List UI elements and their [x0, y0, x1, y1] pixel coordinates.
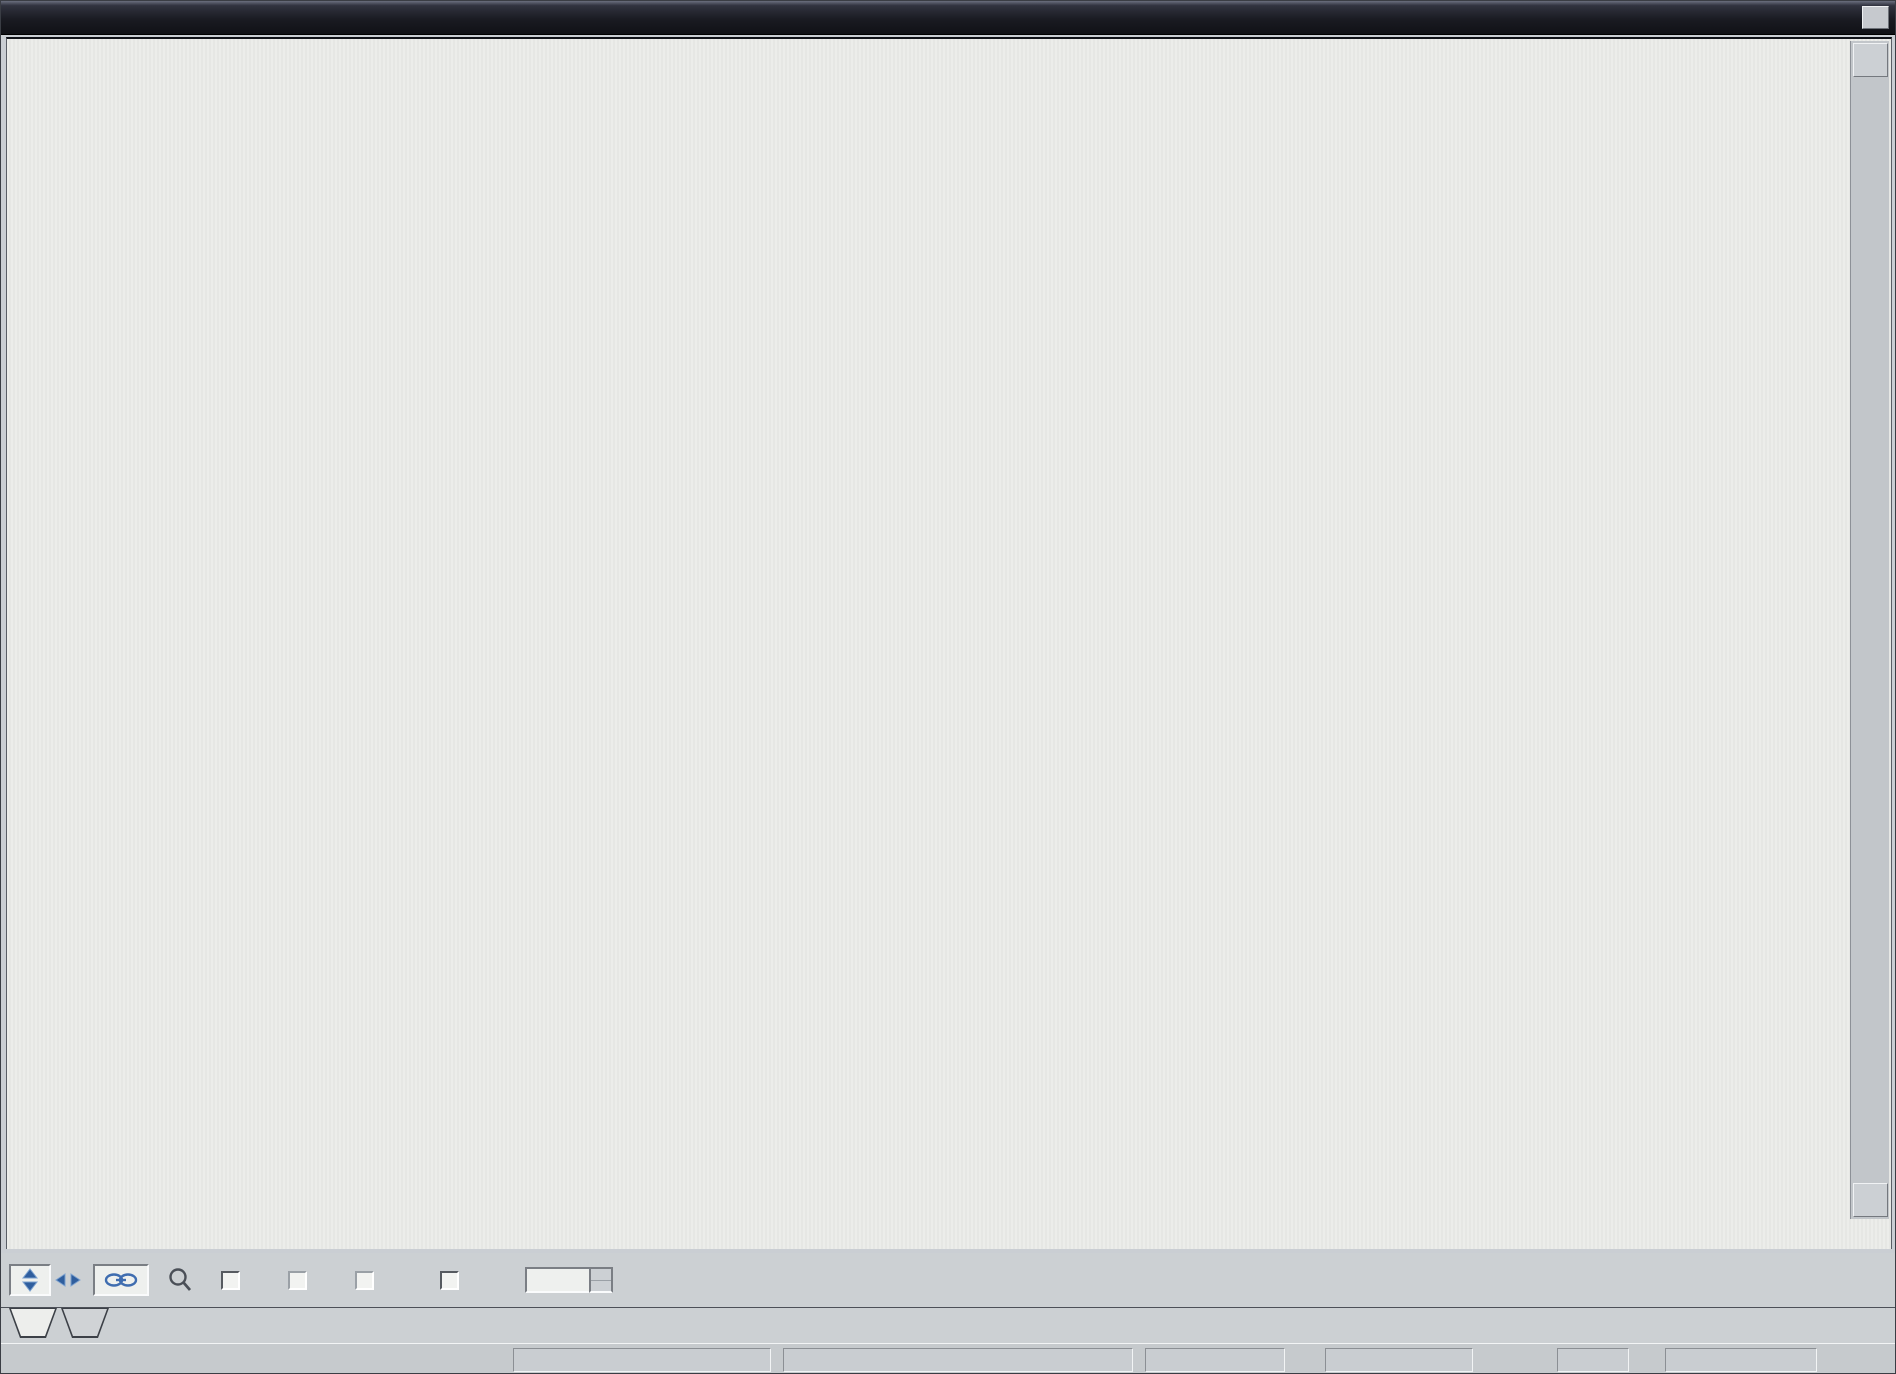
spinner-up-icon[interactable] [591, 1269, 611, 1281]
status-cell [1665, 1348, 1817, 1372]
list-windows-spinner[interactable] [525, 1267, 613, 1293]
zoom-button[interactable] [163, 1264, 197, 1296]
status-cell-cmd [513, 1348, 771, 1372]
expand-horizontal-button[interactable] [51, 1264, 85, 1296]
close-button[interactable] [1862, 6, 1889, 29]
vertical-scrollbar[interactable] [1850, 41, 1889, 1219]
magnifier-icon [167, 1267, 193, 1293]
individual-axes-checkbox[interactable] [355, 1271, 384, 1290]
vertical-arrows-icon [21, 1268, 39, 1292]
status-bar [1, 1343, 1895, 1374]
scroll-up-icon[interactable] [1853, 43, 1888, 77]
status-cell [1557, 1348, 1629, 1372]
bottom-toolbar [1, 1253, 1895, 1307]
view-tabs [1, 1307, 1895, 1343]
list-windows-value[interactable] [525, 1267, 589, 1293]
uv-checkbox[interactable] [288, 1271, 317, 1290]
scroll-down-icon[interactable] [1853, 1183, 1888, 1217]
overlay-details-checkbox-box[interactable] [440, 1271, 459, 1290]
spectrum-panel [6, 37, 1892, 1249]
link-axes-button[interactable] [93, 1264, 149, 1296]
uv-checkbox-box[interactable] [288, 1271, 307, 1290]
spinner-buttons[interactable] [589, 1267, 613, 1293]
ms-checkbox-box[interactable] [221, 1271, 240, 1290]
expand-vertical-button[interactable] [9, 1264, 51, 1296]
individual-axes-checkbox-box[interactable] [355, 1271, 374, 1290]
spinner-down-icon[interactable] [591, 1281, 611, 1292]
status-cell [1145, 1348, 1285, 1372]
tab-overlaid[interactable] [9, 1308, 57, 1338]
spectrum-canvas [7, 39, 1852, 1251]
horizontal-arrows-icon [55, 1272, 81, 1288]
compound-spectra-window [0, 0, 1896, 1374]
status-cell-mode [783, 1348, 1133, 1372]
link-icon [104, 1272, 138, 1288]
ms-checkbox[interactable] [221, 1271, 250, 1290]
status-cell [1325, 1348, 1473, 1372]
overlay-details-checkbox[interactable] [440, 1271, 469, 1290]
tab-list[interactable] [61, 1308, 109, 1338]
window-titlebar[interactable] [1, 1, 1895, 35]
